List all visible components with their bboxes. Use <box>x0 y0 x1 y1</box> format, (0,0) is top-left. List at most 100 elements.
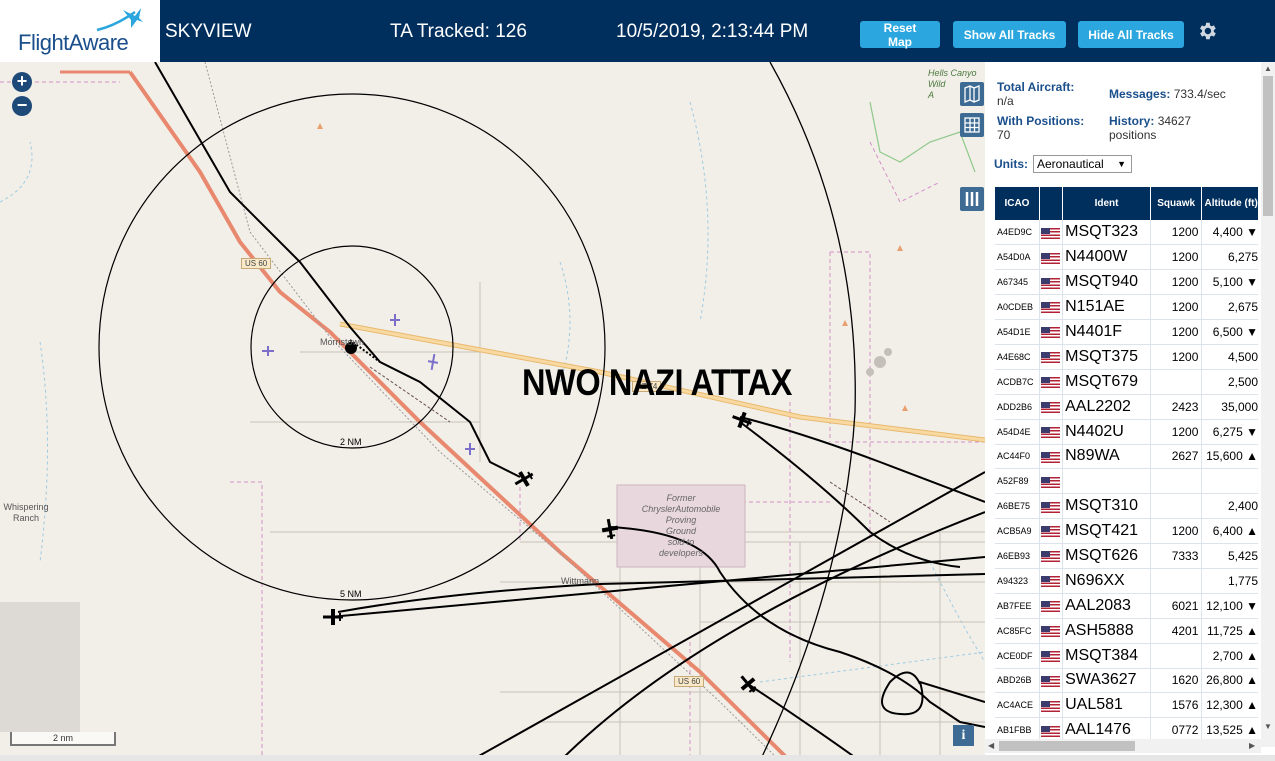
vertical-scroll-thumb[interactable] <box>1263 76 1273 216</box>
scroll-up-icon[interactable]: ▲ <box>1264 64 1272 73</box>
table-row[interactable]: ABD26B SWA3627 1620 26,800 ▲ <box>995 668 1258 694</box>
table-row[interactable]: A0CDEB N151AE 1200 2,675 <box>995 294 1258 321</box>
cell-flag <box>1039 294 1064 321</box>
cell-ident: SWA3627 <box>1062 668 1151 694</box>
cell-squawk: 1200 <box>1150 319 1203 345</box>
cell-icao: A6EB93 <box>995 543 1040 569</box>
cell-altitude <box>1201 468 1258 495</box>
col-altitude[interactable]: Altitude (ft) <box>1201 187 1258 220</box>
cell-altitude: 5,425 <box>1201 543 1258 569</box>
cell-icao: A0CDEB <box>995 294 1040 321</box>
history-value: 34627 <box>1157 114 1192 128</box>
hide-all-tracks-button[interactable]: Hide All Tracks <box>1078 21 1184 48</box>
gear-icon[interactable] <box>1196 20 1218 42</box>
table-row[interactable]: A54D4E N4402U 1200 6,275 ▼ <box>995 419 1258 445</box>
cell-squawk: 1200 <box>1150 294 1203 321</box>
cell-altitude: 6,500 ▼ <box>1201 319 1258 345</box>
col-ident[interactable]: Ident <box>1062 187 1151 220</box>
table-row[interactable]: A67345 MSQT940 1200 5,100 ▼ <box>995 269 1258 296</box>
cell-icao: ABD26B <box>995 668 1040 694</box>
cell-flag <box>1039 568 1064 594</box>
cell-ident: N4402U <box>1062 419 1151 445</box>
cell-altitude: 13,525 ▲ <box>1201 717 1258 739</box>
us-flag-icon <box>1040 451 1060 463</box>
columns-toggle-icon[interactable] <box>960 187 984 211</box>
us-flag-icon <box>1040 327 1060 339</box>
us-flag-icon <box>1040 601 1060 613</box>
cell-ident: N4400W <box>1062 244 1151 271</box>
horizontal-scroll-thumb[interactable] <box>999 741 1135 751</box>
cell-icao: ACDB7C <box>995 369 1040 395</box>
table-header-row: ICAO Ident Squawk Altitude (ft) <box>995 187 1258 220</box>
scroll-down-icon[interactable]: ▼ <box>1264 722 1272 731</box>
table-row[interactable]: AC85FC ASH5888 4201 11,725 ▲ <box>995 618 1258 644</box>
reset-map-button[interactable]: Reset Map <box>860 21 940 49</box>
cell-ident: MSQT310 <box>1062 493 1151 520</box>
info-button[interactable]: i <box>953 725 974 746</box>
scroll-left-icon[interactable]: ◀ <box>988 741 994 750</box>
table-row[interactable]: ADD2B6 AAL2202 2423 35,000 <box>995 394 1258 420</box>
place-morristown: Morristown <box>320 337 365 347</box>
col-squawk[interactable]: Squawk <box>1150 187 1203 220</box>
cell-flag <box>1039 269 1064 296</box>
table-row[interactable]: AC4ACE UAL581 1576 12,300 ▲ <box>995 692 1258 719</box>
cell-ident: AAL2083 <box>1062 593 1151 619</box>
cell-flag <box>1039 244 1064 271</box>
cell-flag <box>1039 668 1064 694</box>
map-view[interactable]: + − Morristown Wittmann Whispering Ranch… <box>0 62 985 761</box>
us-flag-icon <box>1040 526 1060 538</box>
table-row[interactable]: ACE0DF MSQT384 2,700 ▲ <box>995 643 1258 669</box>
table-row[interactable]: A54D0A N4400W 1200 6,275 <box>995 244 1258 271</box>
col-flag[interactable] <box>1039 187 1064 220</box>
cell-altitude: 5,100 ▼ <box>1201 269 1258 296</box>
table-row[interactable]: A6EB93 MSQT626 7333 5,425 <box>995 543 1258 569</box>
table-row[interactable]: ACB5A9 MSQT421 1200 6,400 ▲ <box>995 518 1258 545</box>
cell-ident: AAL2202 <box>1062 394 1151 420</box>
aircraft-table-container[interactable]: ICAO Ident Squawk Altitude (ft) A4ED9C MS… <box>995 187 1258 739</box>
map-layers-icon[interactable] <box>960 82 984 106</box>
table-row[interactable]: ACDB7C MSQT679 2,500 <box>995 369 1258 395</box>
cell-ident: N89WA <box>1062 444 1151 470</box>
table-row[interactable]: AC44F0 N89WA 2627 15,600 ▲ <box>995 444 1258 470</box>
zoom-out-button[interactable]: − <box>12 96 32 116</box>
us-flag-icon <box>1040 402 1060 413</box>
cell-ident: MSQT626 <box>1062 543 1151 569</box>
cell-squawk: 0772 <box>1150 717 1203 739</box>
table-row[interactable]: A4E68C MSQT375 1200 4,500 <box>995 344 1258 370</box>
table-row[interactable]: AB1FBB AAL1476 0772 13,525 ▲ <box>995 717 1258 739</box>
cell-flag <box>1039 444 1064 470</box>
zoom-in-button[interactable]: + <box>12 72 32 92</box>
cell-flag <box>1039 543 1064 569</box>
map-canvas[interactable] <box>0 62 985 761</box>
cell-ident: AAL1476 <box>1062 717 1151 739</box>
cell-icao: AB1FBB <box>995 717 1040 739</box>
table-row[interactable]: A52F89 <box>995 468 1258 495</box>
horizontal-scrollbar[interactable]: ◀ ▶ <box>985 739 1261 753</box>
messages-stat: Messages: 733.4/sec <box>1109 87 1226 101</box>
scroll-right-icon[interactable]: ▶ <box>1249 741 1255 750</box>
table-row[interactable]: A6BE75 MSQT310 2,400 <box>995 493 1258 520</box>
units-select[interactable]: Aeronautical ▼ <box>1033 155 1132 173</box>
window-bottom-edge <box>0 755 1275 761</box>
cell-squawk <box>1150 643 1203 669</box>
datetime: 10/5/2019, 2:13:44 PM <box>616 21 809 42</box>
us-flag-icon <box>1040 551 1060 563</box>
col-icao[interactable]: ICAO <box>995 187 1040 220</box>
cell-ident: UAL581 <box>1062 692 1151 719</box>
cell-squawk: 1200 <box>1150 244 1203 271</box>
table-row[interactable]: A94323 N696XX 1,775 <box>995 568 1258 594</box>
total-aircraft-label: Total Aircraft: <box>997 80 1075 94</box>
grid-toggle-icon[interactable] <box>960 113 984 137</box>
show-all-tracks-button[interactable]: Show All Tracks <box>953 21 1066 48</box>
table-row[interactable]: A54D1E N4401F 1200 6,500 ▼ <box>995 319 1258 345</box>
us-flag-icon <box>1040 377 1060 389</box>
units-label: Units: <box>994 157 1028 171</box>
table-row[interactable]: AB7FEE AAL2083 6021 12,100 ▼ <box>995 593 1258 619</box>
flightaware-logo[interactable]: FlightAware <box>0 0 160 62</box>
cell-icao: A52F89 <box>995 468 1040 495</box>
vertical-scrollbar[interactable]: ▲ ▼ <box>1261 62 1275 747</box>
table-row[interactable]: A4ED9C MSQT323 1200 4,400 ▼ <box>995 220 1258 246</box>
cell-altitude: 4,400 ▼ <box>1201 220 1258 246</box>
with-positions-label: With Positions: <box>997 114 1085 128</box>
cell-icao: ACE0DF <box>995 643 1040 669</box>
